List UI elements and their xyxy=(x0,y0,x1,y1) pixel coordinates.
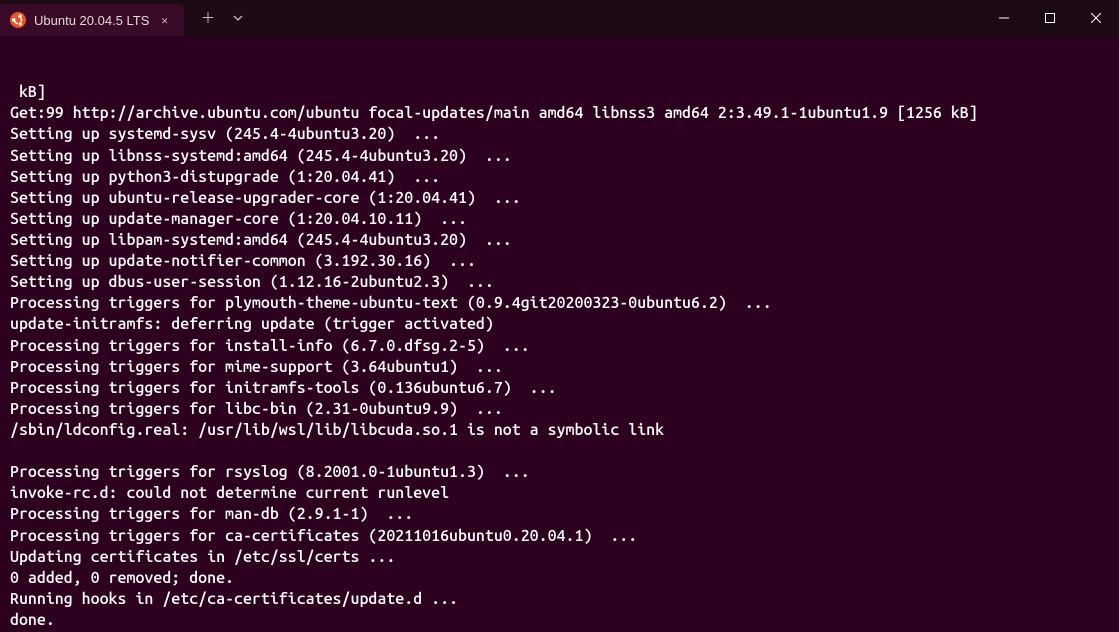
terminal-line: Processing triggers for plymouth-theme-u… xyxy=(10,293,1109,314)
tab-title: Ubuntu 20.04.5 LTS xyxy=(34,13,149,28)
terminal-line: Processing triggers for libc-bin (2.31-0… xyxy=(10,399,1109,420)
terminal-line: invoke-rc.d: could not determine current… xyxy=(10,483,1109,504)
terminal-line: Setting up libpam-systemd:amd64 (245.4-4… xyxy=(10,230,1109,251)
terminal-line: done. xyxy=(10,610,1109,631)
terminal-line: /sbin/ldconfig.real: /usr/lib/wsl/lib/li… xyxy=(10,420,1109,441)
terminal-line: 0 added, 0 removed; done. xyxy=(10,568,1109,589)
maximize-button[interactable] xyxy=(1027,0,1073,36)
ubuntu-icon xyxy=(10,12,26,28)
terminal-line: Processing triggers for ca-certificates … xyxy=(10,526,1109,547)
terminal-line: Setting up systemd-sysv (245.4-4ubuntu3.… xyxy=(10,124,1109,145)
terminal-line: Setting up ubuntu-release-upgrader-core … xyxy=(10,188,1109,209)
tab-actions: ＋ xyxy=(194,4,252,32)
terminal-line: Processing triggers for initramfs-tools … xyxy=(10,378,1109,399)
minimize-button[interactable] xyxy=(981,0,1027,36)
terminal-line: Setting up update-notifier-common (3.192… xyxy=(10,251,1109,272)
terminal-line: Processing triggers for man-db (2.9.1-1)… xyxy=(10,504,1109,525)
terminal-line: update-initramfs: deferring update (trig… xyxy=(10,314,1109,335)
terminal-line xyxy=(10,441,1109,462)
window-controls xyxy=(981,0,1119,36)
terminal-line: Setting up dbus-user-session (1.12.16-2u… xyxy=(10,272,1109,293)
tab-dropdown-button[interactable] xyxy=(224,4,252,32)
tab-close-button[interactable]: ✕ xyxy=(157,12,172,29)
terminal-line: Setting up update-manager-core (1:20.04.… xyxy=(10,209,1109,230)
terminal-tab[interactable]: Ubuntu 20.04.5 LTS ✕ xyxy=(0,4,184,36)
terminal-line: Processing triggers for install-info (6.… xyxy=(10,336,1109,357)
terminal-line: Setting up python3-distupgrade (1:20.04.… xyxy=(10,167,1109,188)
terminal-output[interactable]: kB]Get:99 http://archive.ubuntu.com/ubun… xyxy=(0,36,1119,632)
terminal-line: kB] xyxy=(10,82,1109,103)
window-titlebar: Ubuntu 20.04.5 LTS ✕ ＋ xyxy=(0,0,1119,36)
terminal-line: Get:99 http://archive.ubuntu.com/ubuntu … xyxy=(10,103,1109,124)
new-tab-button[interactable]: ＋ xyxy=(194,4,222,32)
terminal-line: Processing triggers for rsyslog (8.2001.… xyxy=(10,462,1109,483)
terminal-line: Setting up libnss-systemd:amd64 (245.4-4… xyxy=(10,146,1109,167)
terminal-line: Processing triggers for mime-support (3.… xyxy=(10,357,1109,378)
terminal-line: Updating certificates in /etc/ssl/certs … xyxy=(10,547,1109,568)
close-button[interactable] xyxy=(1073,0,1119,36)
terminal-line: Running hooks in /etc/ca-certificates/up… xyxy=(10,589,1109,610)
